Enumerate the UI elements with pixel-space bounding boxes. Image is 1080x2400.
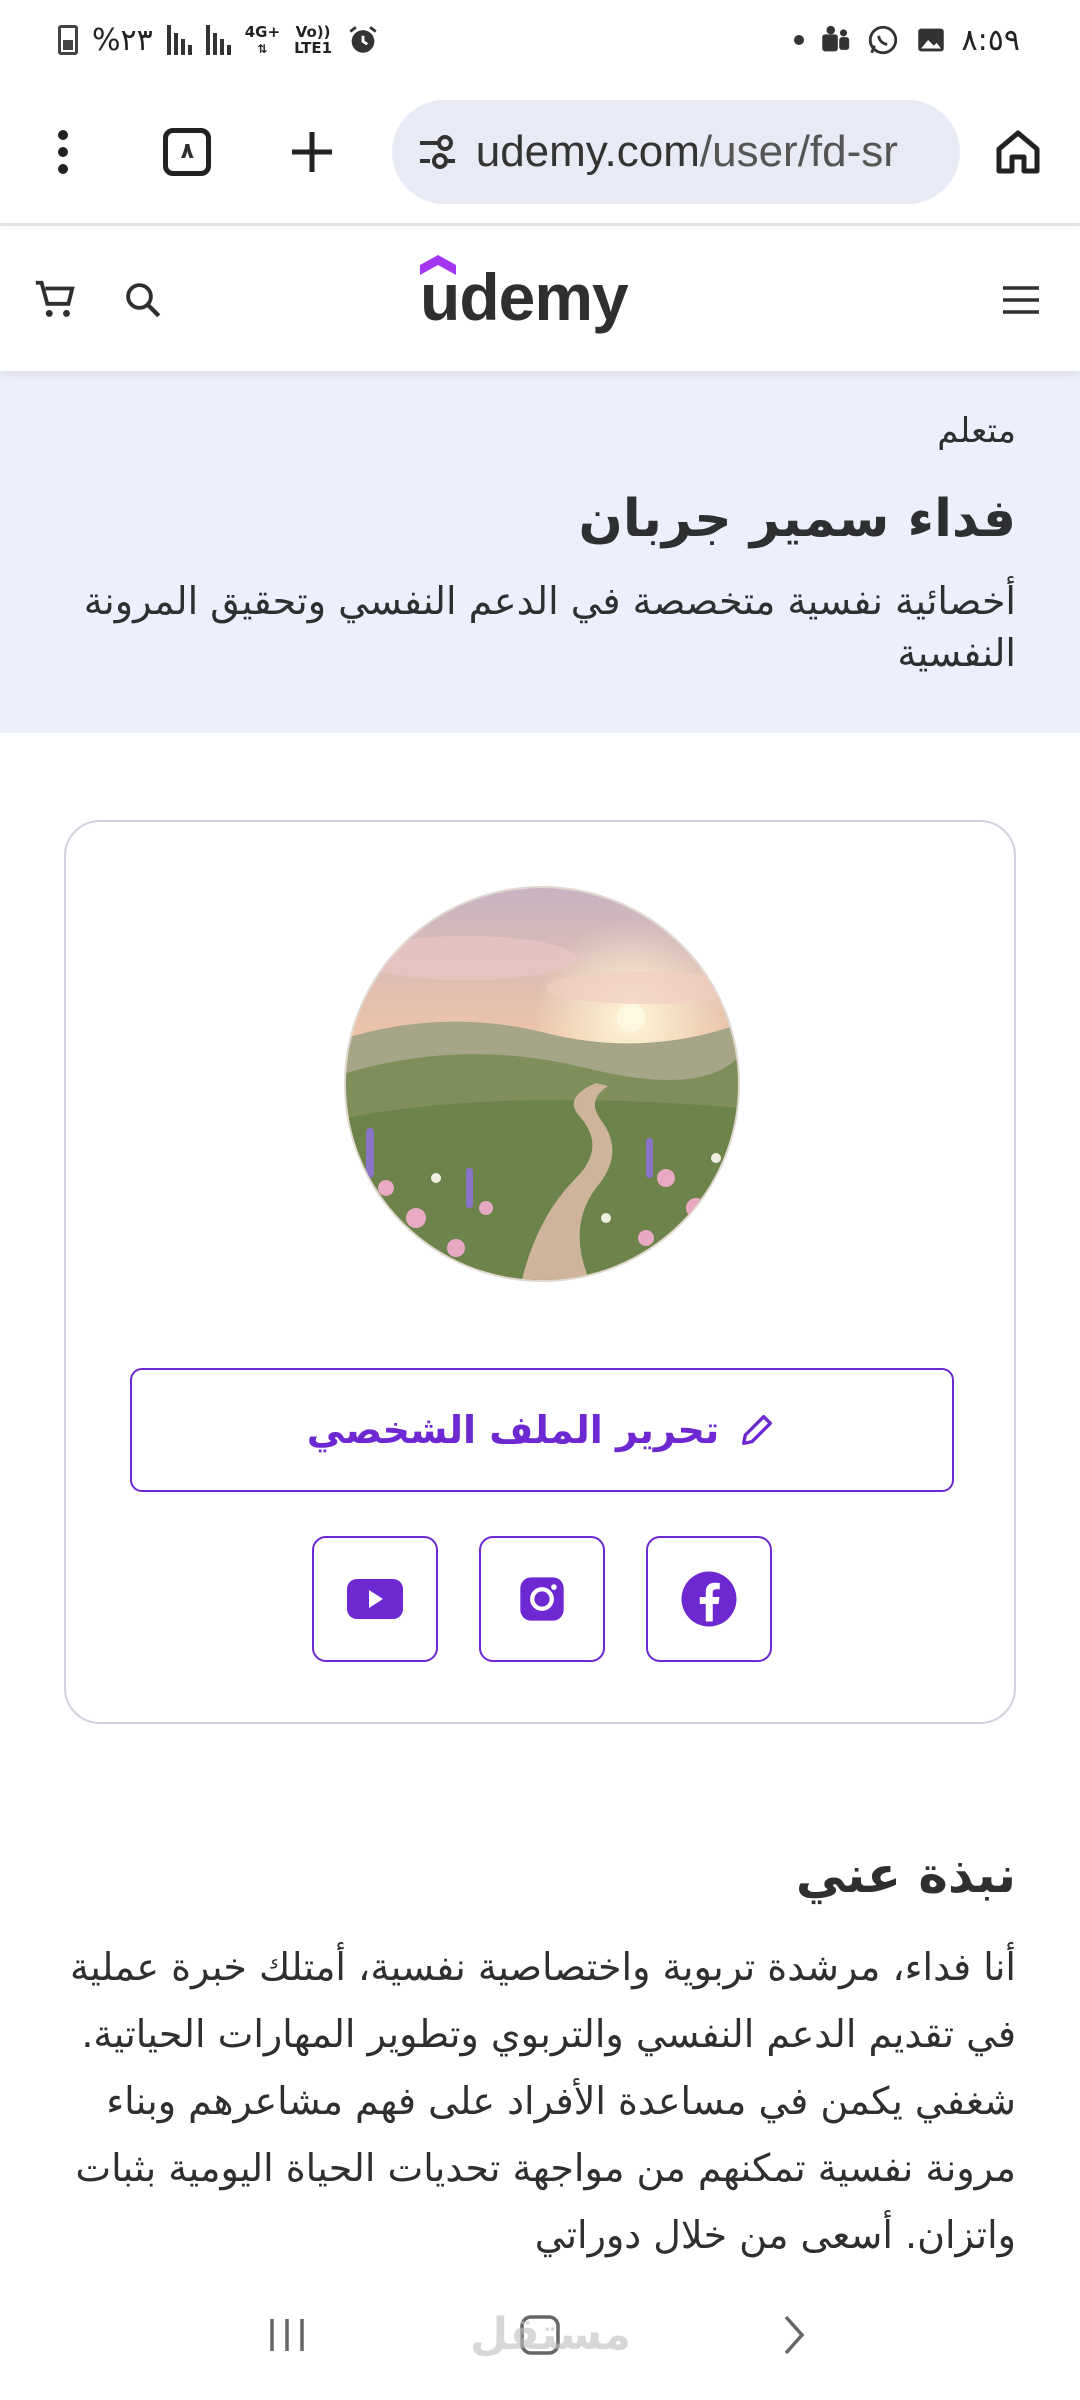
- home-button[interactable]: [980, 112, 1056, 192]
- whatsapp-icon: [866, 23, 900, 57]
- address-bar[interactable]: udemy.com/user/fd-sr: [391, 99, 960, 204]
- facebook-icon: [681, 1571, 737, 1627]
- facebook-link-button[interactable]: [646, 1536, 772, 1662]
- network-top: 4G+: [244, 22, 281, 41]
- edit-profile-label: تحرير الملف الشخصي: [306, 1408, 720, 1452]
- signal-icon: [166, 25, 192, 55]
- pencil-icon: [742, 1415, 773, 1445]
- profile-card: تحرير الملف الشخصي: [64, 820, 1016, 1724]
- about-text: أنا فداء، مرشدة تربوية واختصاصية نفسية، …: [69, 1945, 1016, 2257]
- signal-icon-2: [205, 25, 231, 55]
- tabs-button[interactable]: ٨: [149, 112, 225, 192]
- udemy-logo-mark: [420, 255, 456, 275]
- about-section: نبذة عني أنا فداء، مرشدة تربوية واختصاصي…: [56, 1846, 1016, 2269]
- menu-icon: [1003, 286, 1039, 314]
- tabs-count: ٨: [163, 127, 212, 176]
- header-actions: [28, 275, 168, 325]
- avatar: [344, 886, 740, 1282]
- youtube-icon: [347, 1579, 403, 1619]
- profile-headline: أخصائية نفسية متخصصة في الدعم النفسي وتح…: [83, 579, 1016, 675]
- plus-icon: [291, 131, 332, 172]
- site-settings-icon[interactable]: [416, 131, 458, 173]
- gallery-icon: [914, 23, 948, 57]
- status-left: %٢٣ 4G+ ⇅ Vo)) LTE1: [58, 23, 380, 58]
- watermark: مستقل: [470, 2309, 631, 2360]
- profile-hero: متعلم فداء سمير جربان أخصائية نفسية متخص…: [0, 371, 1080, 733]
- home-icon: [996, 130, 1040, 173]
- url-path: /user/fd-sr: [699, 126, 898, 176]
- browser-toolbar: ٨ udemy.com/user/fd-sr: [0, 80, 1080, 226]
- volte-indicator: Vo)) LTE1: [294, 24, 332, 56]
- more-vert-icon: [57, 129, 68, 174]
- status-right: ٨:٥٩: [793, 22, 1020, 58]
- udemy-logo[interactable]: udemy: [420, 255, 629, 335]
- hamburger-menu-button[interactable]: [996, 275, 1046, 325]
- status-bar: %٢٣ 4G+ ⇅ Vo)) LTE1 ٨:٥٩: [0, 0, 1080, 80]
- profile-role: متعلم: [937, 411, 1016, 451]
- avatar-landscape-image: [346, 888, 738, 1280]
- alarm-icon: [346, 23, 380, 57]
- network-type: 4G+ ⇅: [244, 22, 281, 56]
- cart-icon: [35, 280, 75, 317]
- lte-label: LTE1: [294, 39, 333, 57]
- recent-apps-icon: [269, 2319, 304, 2351]
- youtube-link-button[interactable]: [312, 1536, 438, 1662]
- search-button[interactable]: [118, 275, 168, 325]
- clock: ٨:٥٩: [961, 22, 1020, 58]
- site-header: udemy: [0, 229, 1080, 371]
- recent-apps-button[interactable]: [247, 2295, 327, 2375]
- notification-dot-icon: [793, 35, 804, 45]
- battery-icon: [58, 25, 78, 55]
- instagram-icon: [520, 1577, 564, 1621]
- new-tab-button[interactable]: [273, 112, 349, 192]
- url-host: udemy.com: [475, 126, 700, 176]
- about-title: نبذة عني: [795, 1846, 1016, 1904]
- teams-icon: [818, 23, 852, 57]
- browser-menu-button[interactable]: [34, 112, 91, 192]
- battery-percent: %٢٣: [92, 22, 153, 58]
- profile-name: فداء سمير جربان: [578, 489, 1016, 549]
- back-button[interactable]: [753, 2295, 833, 2375]
- edit-profile-button[interactable]: تحرير الملف الشخصي: [130, 1368, 954, 1492]
- cart-button[interactable]: [30, 275, 80, 325]
- url-text: udemy.com/user/fd-sr: [476, 127, 898, 177]
- instagram-link-button[interactable]: [479, 1536, 605, 1662]
- back-chevron-icon: [785, 2315, 805, 2355]
- search-icon: [126, 283, 161, 318]
